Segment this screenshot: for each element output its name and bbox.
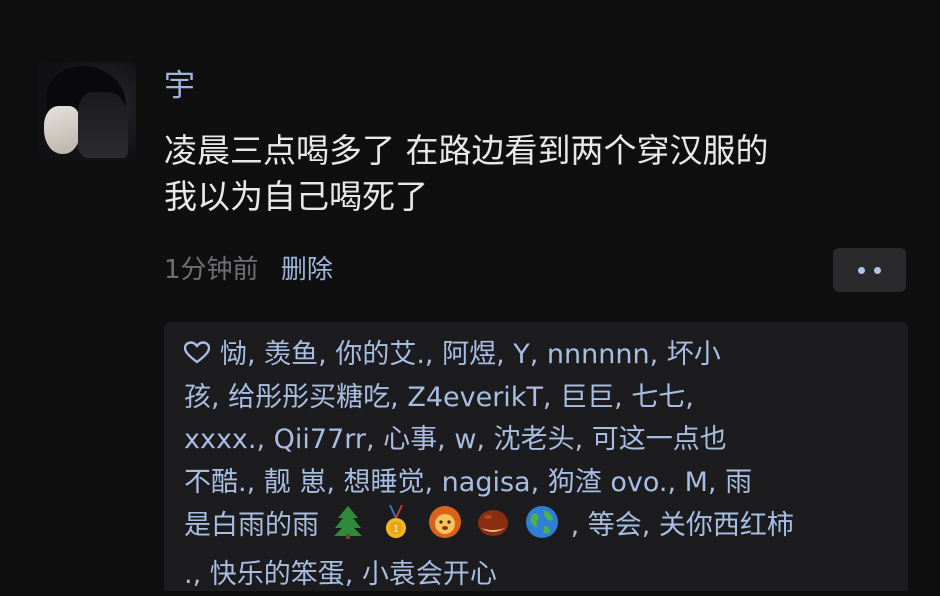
moment-post: 宇 凌晨三点喝多了 在路边看到两个穿汉服的 我以为自己喝死了 1分钟前 删除 恸… [0,0,940,591]
likes-line: ., 快乐的笨蛋, 小袁会开心 [184,554,900,596]
post-meta: 1分钟前 删除 [164,250,333,290]
lion-emoji-icon [427,504,463,554]
likes-line: 不酷., 靓 崽, 想睡觉, nagisa, 狗渣 ovo., M, 雨 [184,462,900,505]
likes-line: 恸, 羡鱼, 你的艾., 阿煜, Y, nnnnnn, 坏小 [184,334,900,377]
avatar-shadow [78,92,128,158]
heart-icon [184,336,210,358]
likes-text-segment: 是白雨的雨 [184,510,319,541]
likes-panel: 恸, 羡鱼, 你的艾., 阿煜, Y, nnnnnn, 坏小 孩, 给彤彤买糖吃… [164,322,908,591]
likes-text-segment: , 等会, 关你西红柿 [571,510,794,541]
medal-emoji-icon: 1 [378,504,414,554]
avatar-face [44,106,80,154]
more-dot-icon [874,267,881,274]
username[interactable]: 宇 [164,66,195,106]
post-content-line: 我以为自己喝死了 [164,174,904,220]
post-content: 凌晨三点喝多了 在路边看到两个穿汉服的 我以为自己喝死了 [164,128,904,220]
more-actions-button[interactable] [833,248,906,292]
chestnut-emoji-icon [475,504,511,554]
likes-list: 恸, 羡鱼, 你的艾., 阿煜, Y, nnnnnn, 坏小 孩, 给彤彤买糖吃… [184,334,900,596]
post-content-line: 凌晨三点喝多了 在路边看到两个穿汉服的 [164,128,904,174]
likes-text-line: 恸, 羡鱼, 你的艾., 阿煜, Y, nnnnnn, 坏小 [220,339,721,370]
delete-link[interactable]: 删除 [281,255,333,285]
avatar[interactable] [38,62,136,160]
tree-emoji-icon [330,504,366,554]
likes-line: 孩, 给彤彤买糖吃, Z4everikT, 巨巨, 七七, [184,377,900,420]
more-dot-icon [858,267,865,274]
likes-line: xxxx., Qii77rr, 心事, w, 沈老头, 可这一点也 [184,419,900,462]
post-time: 1分钟前 [164,255,259,285]
svg-text:1: 1 [393,524,399,535]
likes-line: 是白雨的雨 1 [184,504,900,554]
globe-emoji-icon [524,504,560,554]
